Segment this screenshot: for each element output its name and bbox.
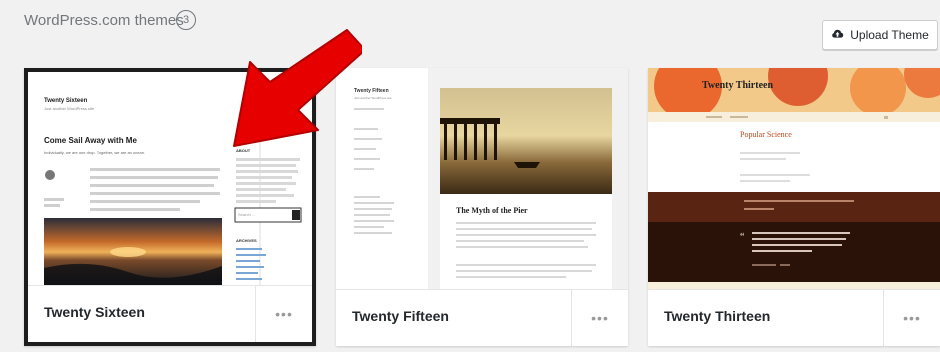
more-options-button[interactable]: ••• xyxy=(255,286,312,342)
preview-site-title: Twenty Thirteen xyxy=(702,80,774,91)
preview-post-intro: Individually, we are one drop. Together,… xyxy=(44,150,146,155)
preview-post-title: Popular Science xyxy=(740,130,792,139)
theme-card-twenty-fifteen[interactable]: Twenty Fifteen Just another WordPress si… xyxy=(336,68,628,346)
preview-tagline: Just another WordPress site xyxy=(44,106,95,111)
more-options-button[interactable]: ••• xyxy=(571,290,628,346)
theme-name: Twenty Sixteen xyxy=(44,304,145,320)
preview-post-title: The Myth of the Pier xyxy=(456,206,528,215)
cloud-upload-icon xyxy=(831,27,844,43)
theme-card-footer: Twenty Fifteen ••• xyxy=(336,289,628,346)
preview-site-title: Twenty Sixteen xyxy=(44,98,88,104)
svg-text:“: “ xyxy=(740,232,745,243)
upload-theme-label: Upload Theme xyxy=(850,28,929,42)
annotation-arrow-icon xyxy=(233,29,362,147)
more-options-button[interactable]: ••• xyxy=(883,290,940,346)
theme-name: Twenty Thirteen xyxy=(664,308,771,324)
page-title: WordPress.com themes xyxy=(24,12,184,29)
theme-card-footer: Twenty Sixteen ••• xyxy=(28,285,312,342)
preview-post-title: Come Sail Away with Me xyxy=(44,136,137,145)
theme-card-twenty-thirteen[interactable]: “ Twenty Thirteen Popular Science Twenty… xyxy=(648,68,940,346)
theme-name: Twenty Fifteen xyxy=(352,308,449,324)
preview-archives-title: ARCHIVES xyxy=(236,238,257,243)
upload-theme-button[interactable]: Upload Theme xyxy=(822,20,938,50)
theme-screenshot[interactable]: Twenty Fifteen Just another WordPress si… xyxy=(336,68,628,290)
theme-screenshot[interactable]: “ Twenty Thirteen Popular Science xyxy=(648,68,940,290)
theme-count-badge: 3 xyxy=(176,10,196,30)
preview-search-field: Search ... xyxy=(238,212,256,217)
theme-card-footer: Twenty Thirteen ••• xyxy=(648,289,940,346)
